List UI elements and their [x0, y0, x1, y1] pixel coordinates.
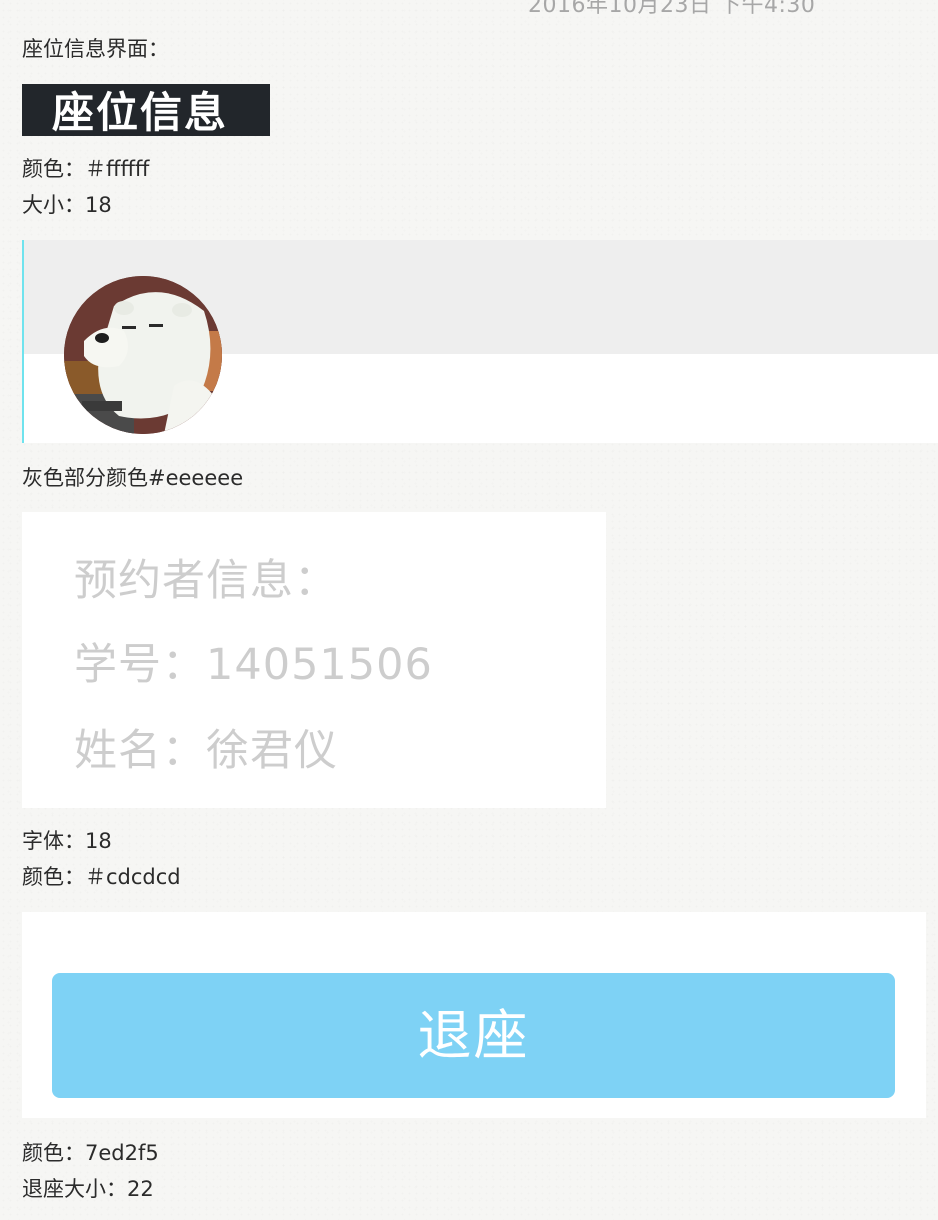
student-id-line: 学号：14051506: [74, 640, 433, 690]
seat-info-title-text: 座位信息: [52, 88, 229, 136]
reserver-info-heading: 预约者信息：: [74, 556, 338, 606]
leave-seat-button[interactable]: 退座: [52, 973, 895, 1098]
timestamp: 2016年10月23日 下午4:30: [528, 0, 816, 18]
gray-color-note: 灰色部分颜色#eeeeee: [22, 466, 244, 490]
avatar: [64, 276, 222, 434]
reserver-info-sample: 预约者信息： 学号：14051506 姓名：徐君仪: [22, 512, 606, 808]
title-size-spec: 大小：18: [22, 193, 112, 217]
info-color-spec: 颜色：＃cdcdcd: [22, 865, 181, 889]
button-color-spec: 颜色：7ed2f5: [22, 1141, 159, 1165]
title-color-spec: 颜色：＃ffffff: [22, 157, 150, 181]
button-size-spec: 退座大小：22: [22, 1177, 154, 1201]
name-line: 姓名：徐君仪: [74, 726, 338, 776]
profile-card-sample: [22, 240, 938, 443]
seat-info-title-sample: 座位信息: [22, 84, 270, 136]
leave-seat-button-sample: 退座: [22, 912, 926, 1118]
section-title: 座位信息界面：: [22, 37, 169, 61]
info-font-spec: 字体：18: [22, 829, 112, 853]
polar-bear-avatar-icon: [64, 276, 222, 434]
